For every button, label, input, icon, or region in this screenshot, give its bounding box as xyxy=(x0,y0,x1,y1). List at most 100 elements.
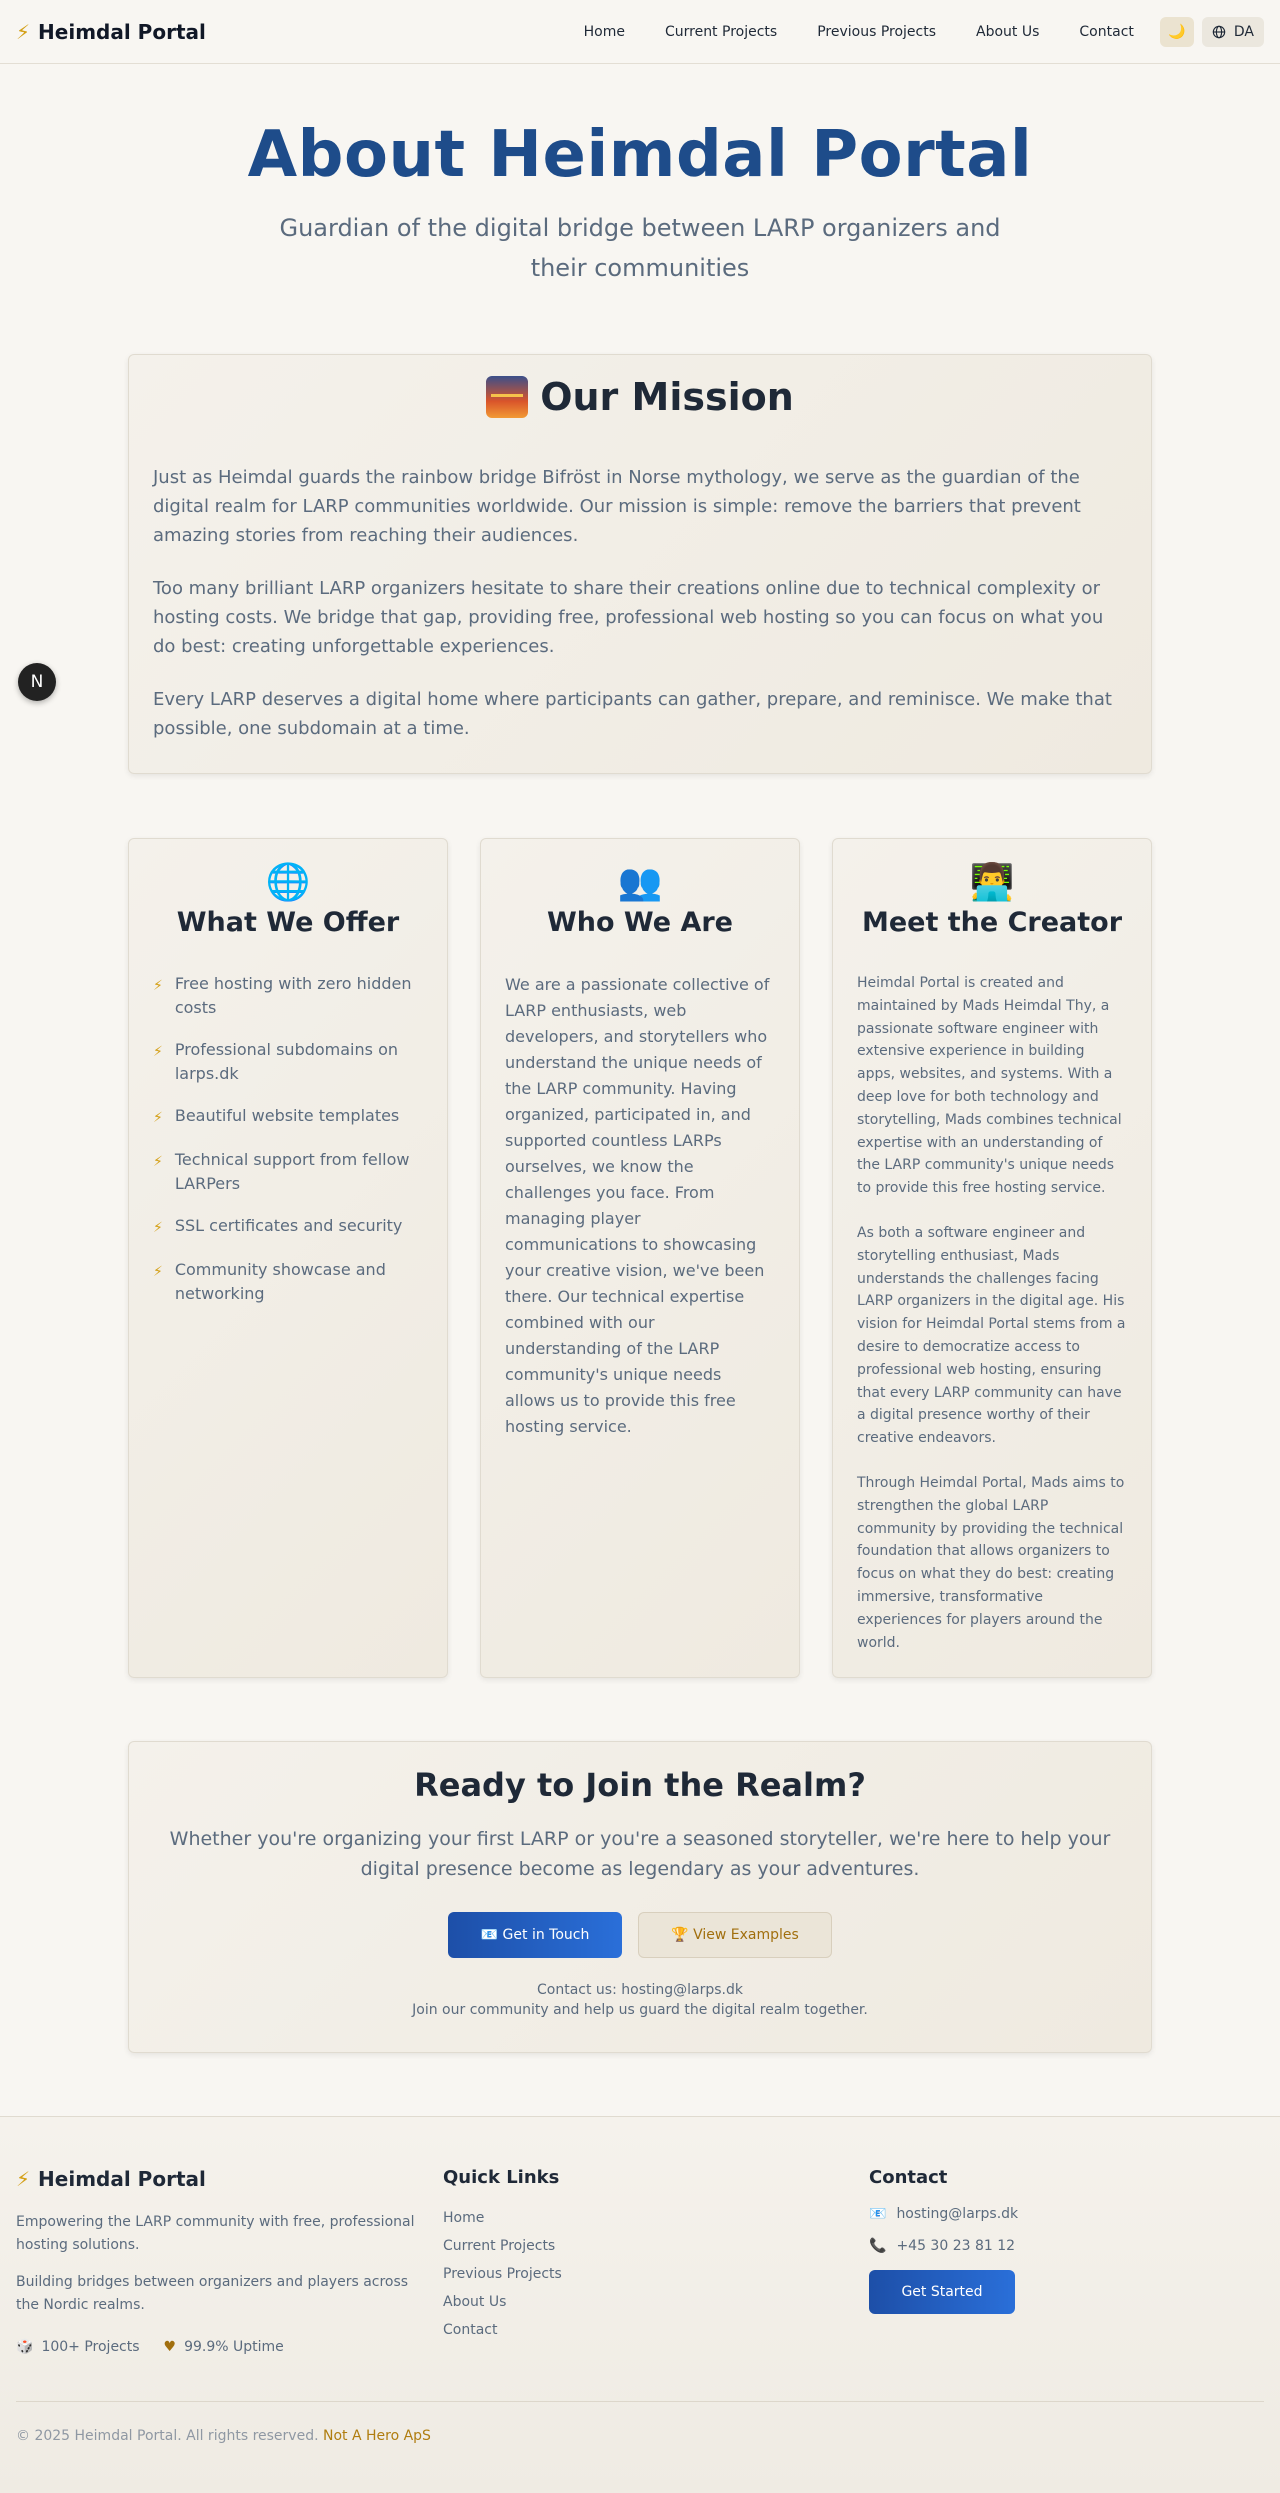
lightning-icon: ⚡ xyxy=(153,978,163,994)
list-item: ⚡ Community showcase and networking xyxy=(153,1258,423,1306)
creator-paragraph: Through Heimdal Portal, Mads aims to str… xyxy=(857,1474,1125,1651)
nav-about-us[interactable]: About Us xyxy=(976,24,1039,40)
bridge-icon xyxy=(486,376,529,418)
cta-card: Ready to Join the Realm? Whether you're … xyxy=(128,1741,1152,2053)
creator-card: 👨‍💻 Meet the Creator Heimdal Portal is c… xyxy=(832,838,1152,1678)
contact-email-line: Contact us: hosting@larps.dk xyxy=(537,1982,743,1998)
offer-item-text: Technical support from fellow LARPers xyxy=(174,1150,410,1193)
brand-name: Heimdal Portal xyxy=(38,19,206,44)
offer-item-text: Community showcase and networking xyxy=(174,1260,386,1303)
people-icon: 👥 xyxy=(617,862,663,903)
offer-list: ⚡ Free hosting with zero hidden costs ⚡ Pr… xyxy=(153,972,423,1306)
nav-current-projects[interactable]: Current Projects xyxy=(665,24,777,40)
phone-text: +45 30 23 81 12 xyxy=(896,2238,1016,2254)
dice-icon: 🎲 xyxy=(16,2339,34,2355)
lightning-icon: ⚡ xyxy=(153,1154,163,1170)
copyright: © 2025 Heimdal Portal. All rights reserv… xyxy=(16,2428,431,2444)
mission-paragraph: Every LARP deserves a digital home where… xyxy=(153,689,1112,739)
company-link[interactable]: Not A Hero ApS xyxy=(323,2428,431,2444)
email-icon: 📧 xyxy=(869,2206,887,2222)
contact-info: 📧 hosting@larps.dk 📞 +45 30 23 81 12 xyxy=(869,2206,1018,2254)
hero-section: About Heimdal Portal Guardian of the dig… xyxy=(0,64,1280,288)
contact-title: Contact xyxy=(869,2167,948,2188)
projects-stat-text: 100+ Projects xyxy=(41,2339,140,2355)
footer-link-previous-projects[interactable]: Previous Projects xyxy=(443,2264,562,2284)
get-started-button[interactable]: Get Started xyxy=(869,2270,1015,2314)
cta-text: Whether you're organizing your first LAR… xyxy=(169,1828,1111,1880)
floating-action-button[interactable]: N xyxy=(18,663,56,701)
offer-card: 🌐 What We Offer ⚡ Free hosting with zero … xyxy=(128,838,448,1678)
view-examples-button[interactable]: 🏆 View Examples xyxy=(638,1912,832,1958)
nav-home[interactable]: Home xyxy=(584,24,625,40)
offer-item-text: Professional subdomains on larps.dk xyxy=(174,1040,398,1083)
footer-link-contact[interactable]: Contact xyxy=(443,2320,562,2340)
lightning-icon: ⚡ xyxy=(153,1110,163,1126)
cta-title: Ready to Join the Realm? xyxy=(414,1766,866,1804)
fab-label: N xyxy=(30,672,44,692)
technologist-icon: 👨‍💻 xyxy=(969,862,1015,903)
offer-item-text: SSL certificates and security xyxy=(174,1216,403,1235)
list-item: ⚡ Professional subdomains on larps.dk xyxy=(153,1038,423,1086)
mission-heading: Our Mission xyxy=(153,375,1127,419)
list-item: ⚡ SSL certificates and security xyxy=(153,1214,423,1240)
who-card: 👥 Who We Are We are a passionate collect… xyxy=(480,838,800,1678)
quick-links-list: Home Current Projects Previous Projects … xyxy=(443,2208,562,2340)
email-text: hosting@larps.dk xyxy=(896,2206,1019,2222)
globe-icon xyxy=(1212,25,1226,38)
join-line: Join our community and help us guard the… xyxy=(412,2002,868,2018)
site-footer: ⚡ Heimdal Portal Empowering the LARP com… xyxy=(0,2116,1280,2493)
quick-links-title: Quick Links xyxy=(443,2167,560,2188)
phone-icon: 📞 xyxy=(869,2238,887,2254)
lightning-icon: ⚡ xyxy=(153,1220,163,1236)
creator-title: Meet the Creator xyxy=(861,907,1123,938)
moon-icon: 🌙 xyxy=(1168,23,1186,40)
nav-previous-projects[interactable]: Previous Projects xyxy=(817,24,936,40)
nav-contact[interactable]: Contact xyxy=(1079,24,1133,40)
lightning-icon: ⚡ xyxy=(16,2167,31,2191)
lightning-icon: ⚡ xyxy=(153,1264,163,1280)
uptime-stat-text: 99.9% Uptime xyxy=(184,2339,284,2355)
page-title: About Heimdal Portal xyxy=(247,118,1033,192)
offer-title: What We Offer xyxy=(176,907,400,938)
mission-card: Our Mission Just as Heimdal guards the r… xyxy=(128,354,1152,774)
offer-item-text: Free hosting with zero hidden costs xyxy=(174,974,412,1017)
footer-link-home[interactable]: Home xyxy=(443,2208,562,2228)
footer-text: Building bridges between organizers and … xyxy=(16,2274,409,2313)
list-item: ⚡ Technical support from fellow LARPers xyxy=(153,1148,423,1196)
list-item: ⚡ Beautiful website templates xyxy=(153,1104,423,1130)
heart-icon: ♥ xyxy=(163,2339,177,2355)
footer-brand[interactable]: ⚡ Heimdal Portal xyxy=(16,2167,426,2191)
list-item: ⚡ Free hosting with zero hidden costs xyxy=(153,972,423,1020)
footer-contact: Contact 📧 hosting@larps.dk 📞 +45 30 23 81 … xyxy=(869,2167,1018,2314)
uptime-stat: ♥ 99.9% Uptime xyxy=(164,2339,284,2355)
brand-logo[interactable]: ⚡ Heimdal Portal xyxy=(16,20,206,44)
theme-toggle-button[interactable]: 🌙 xyxy=(1159,16,1194,47)
footer-quick-links: Quick Links Home Current Projects Previo… xyxy=(443,2167,562,2348)
footer-link-about-us[interactable]: About Us xyxy=(443,2292,562,2312)
nav-controls: 🌙 DA xyxy=(1159,16,1264,47)
copyright-text: © 2025 Heimdal Portal. All rights reserv… xyxy=(16,2428,319,2444)
footer-link-current-projects[interactable]: Current Projects xyxy=(443,2236,562,2256)
who-title: Who We Are xyxy=(546,907,733,938)
globe-emoji-icon: 🌐 xyxy=(265,862,311,903)
creator-paragraph: Heimdal Portal is created and maintained… xyxy=(857,975,1122,1197)
site-header: ⚡ Heimdal Portal Home Current Projects P… xyxy=(0,0,1280,64)
phone-row[interactable]: 📞 +45 30 23 81 12 xyxy=(869,2238,1018,2254)
mission-paragraph: Too many brilliant LARP organizers hesit… xyxy=(153,578,1104,657)
mission-paragraph: Just as Heimdal guards the rainbow bridg… xyxy=(153,467,1081,546)
lightning-icon: ⚡ xyxy=(153,1044,163,1060)
main-nav: Home Current Projects Previous Projects … xyxy=(564,16,1264,47)
cta-contact: Contact us: hosting@larps.dk Join our co… xyxy=(161,1980,1119,2020)
footer-divider xyxy=(16,2401,1264,2402)
get-in-touch-button[interactable]: 📧 Get in Touch xyxy=(448,1912,622,1958)
creator-paragraph: As both a software engineer and storytel… xyxy=(857,1224,1126,1447)
footer-stats: 🎲 100+ Projects ♥ 99.9% Uptime xyxy=(16,2339,426,2355)
email-row[interactable]: 📧 hosting@larps.dk xyxy=(869,2206,1018,2222)
projects-stat: 🎲 100+ Projects xyxy=(16,2339,140,2355)
language-label: DA xyxy=(1233,23,1254,40)
language-switch-button[interactable]: DA xyxy=(1201,16,1264,47)
who-text: We are a passionate collective of LARP e… xyxy=(505,975,770,1436)
cta-buttons: 📧 Get in Touch 🏆 View Examples xyxy=(161,1912,1119,1958)
mission-title: Our Mission xyxy=(540,375,794,419)
footer-brand-name: Heimdal Portal xyxy=(38,2167,206,2191)
